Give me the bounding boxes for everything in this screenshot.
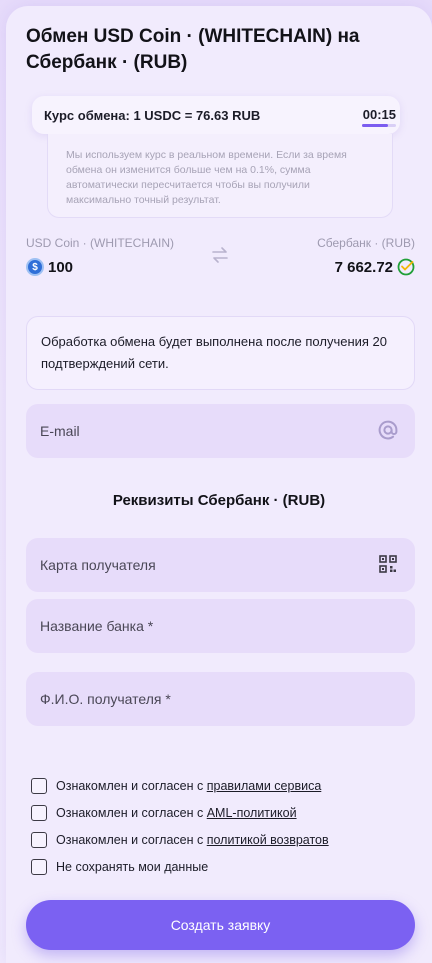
agree-aml-checkbox[interactable] — [31, 805, 47, 821]
at-icon — [378, 420, 398, 440]
recipient-card-field[interactable]: Карта получателя — [26, 538, 415, 592]
agree-rules-label: Ознакомлен и согласен с правилами сервис… — [56, 779, 322, 793]
rate-timer: 00:15 — [362, 107, 396, 122]
agree-rules-row: Ознакомлен и согласен с правилами сервис… — [31, 778, 321, 794]
qr-code-icon[interactable] — [377, 553, 399, 575]
create-request-button[interactable]: Создать заявку — [26, 900, 415, 950]
agree-refund-label: Ознакомлен и согласен с политикой возвра… — [56, 833, 329, 847]
agree-refund-checkbox[interactable] — [31, 832, 47, 848]
refund-link[interactable]: политикой возвратов — [207, 833, 329, 847]
rules-link[interactable]: правилами сервиса — [207, 779, 322, 793]
agree-aml-row: Ознакомлен и согласен с AML-политикой — [31, 805, 297, 821]
no-save-checkbox[interactable] — [31, 859, 47, 875]
from-amount-value: 100 — [48, 258, 74, 276]
rate-timer-progress — [362, 124, 396, 127]
recipient-name-placeholder: Ф.И.О. получателя * — [40, 691, 171, 707]
page-title: Обмен USD Coin · (WHITECHAIN) на Сбербан… — [26, 26, 360, 73]
no-save-label: Не сохранять мои данные — [56, 860, 209, 874]
sberbank-icon — [397, 258, 415, 276]
bank-name-placeholder: Название банка * — [40, 618, 154, 634]
recipient-name-field[interactable]: Ф.И.О. получателя * — [26, 672, 415, 726]
agree-rules-checkbox[interactable] — [31, 778, 47, 794]
usdc-coin-icon: $ — [26, 258, 44, 276]
from-currency-label: USD Coin · (WHITECHAIN) — [26, 236, 175, 250]
email-placeholder: E-mail — [40, 423, 80, 439]
to-currency-label: Сбербанк · (RUB) — [317, 236, 415, 250]
from-amount: $ 100 — [26, 258, 73, 276]
agree-aml-label: Ознакомлен и согласен с AML-политикой — [56, 806, 297, 820]
requisites-title: Реквизиты Сбербанк · (RUB) — [112, 492, 326, 509]
rate-note: Мы используем курс в реальном времени. Е… — [47, 134, 393, 218]
rate-timer-progress-fill — [362, 124, 388, 127]
agree-refund-row: Ознакомлен и согласен с политикой возвра… — [31, 832, 329, 848]
email-field[interactable]: E-mail — [26, 404, 415, 458]
to-amount: 7 662.72 — [335, 258, 415, 276]
to-amount-value: 7 662.72 — [334, 258, 393, 276]
confirmation-notice: Обработка обмена будет выполнена после п… — [26, 316, 415, 390]
bank-name-field[interactable]: Название банка * — [26, 599, 415, 653]
exchange-rate-text: Курс обмена: 1 USDC = 76.63 RUB — [44, 108, 261, 123]
no-save-row: Не сохранять мои данные — [31, 859, 208, 875]
aml-link[interactable]: AML-политикой — [207, 806, 297, 820]
swap-arrows-icon[interactable] — [211, 246, 229, 264]
exchange-rate-box: Курс обмена: 1 USDC = 76.63 RUB 00:15 — [32, 96, 400, 134]
recipient-card-placeholder: Карта получателя — [40, 557, 156, 573]
